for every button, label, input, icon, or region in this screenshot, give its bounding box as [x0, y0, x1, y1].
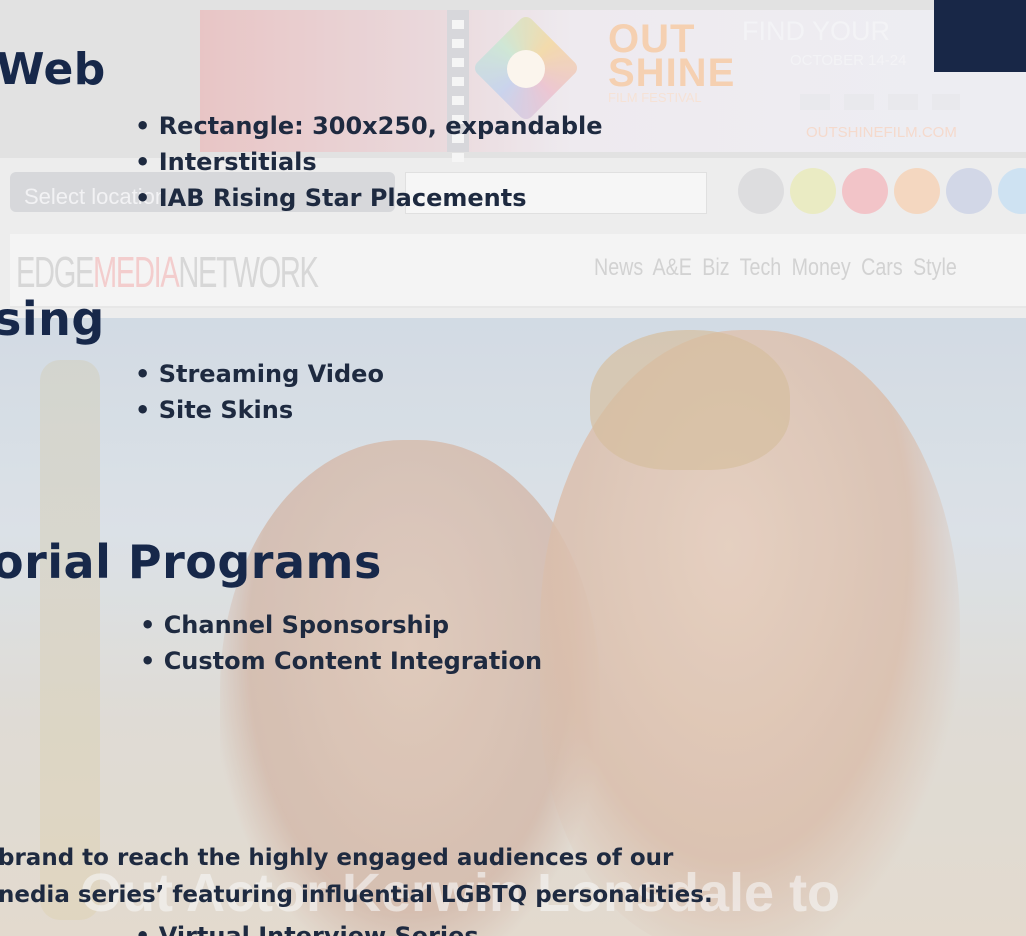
background-website-screenshot: OUT SHINE FILM FESTIVAL FIND YOUR OCTOBE…	[0, 0, 1026, 936]
section-heading-editorial-programs: orial Programs	[0, 535, 382, 589]
bullet-streaming-video: • Streaming Video	[135, 360, 384, 388]
body-text-line-2: nedia series’ featuring influential LGBT…	[0, 882, 713, 908]
body-text-line-1: brand to reach the highly engaged audien…	[0, 845, 674, 871]
section-heading-web: Web	[0, 44, 106, 95]
bullet-site-skins: • Site Skins	[135, 396, 294, 424]
bullet-interstitials: • Interstitials	[135, 148, 317, 176]
bullet-rising-star: • IAB Rising Star Placements	[135, 184, 527, 212]
fade-overlay	[0, 0, 1026, 936]
bullet-virtual-interview: • Virtual Interview Series	[135, 922, 479, 936]
bullet-rectangle: • Rectangle: 300x250, expandable	[135, 112, 603, 140]
bullet-custom-content: • Custom Content Integration	[140, 647, 543, 675]
section-heading-advertising: sing	[0, 292, 105, 346]
bullet-channel-sponsorship: • Channel Sponsorship	[140, 611, 450, 639]
slide-stage: OUT SHINE FILM FESTIVAL FIND YOUR OCTOBE…	[0, 0, 1026, 936]
corner-accent-block	[934, 0, 1026, 72]
